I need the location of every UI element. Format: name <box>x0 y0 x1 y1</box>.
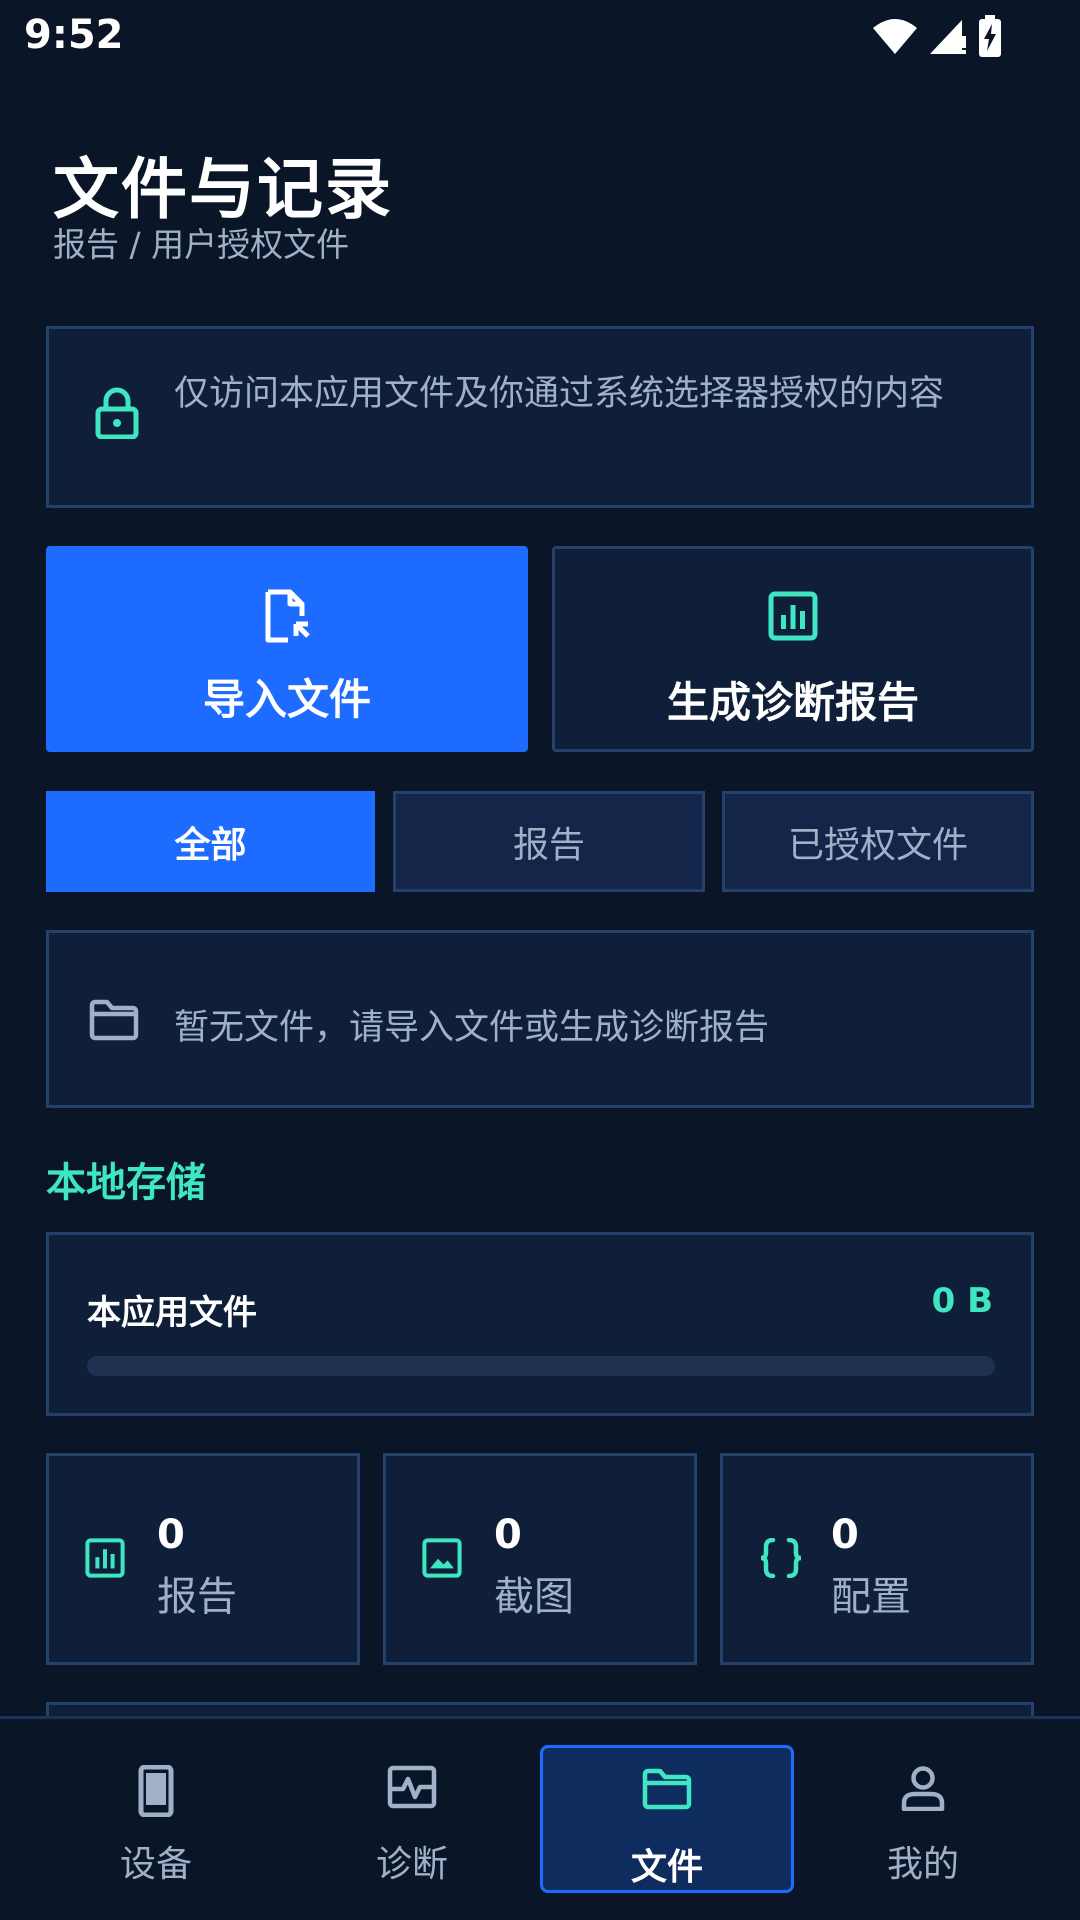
nav-label: 设备 <box>119 1844 192 1885</box>
empty-state: 暂无文件，请导入文件或生成诊断报告 <box>46 930 1034 1108</box>
storage-size: 0 B <box>931 1281 993 1321</box>
stat-card-screenshots[interactable]: 0 截图 <box>383 1453 697 1665</box>
stat-count: 0 <box>157 1512 185 1558</box>
nav-label: 文件 <box>630 1847 703 1888</box>
storage-label: 本应用文件 <box>87 1293 257 1333</box>
pulse-icon <box>387 1765 437 1809</box>
status-icons <box>872 14 1002 58</box>
import-file-label: 导入文件 <box>202 675 371 724</box>
stat-card-reports[interactable]: 0 报告 <box>46 1453 360 1665</box>
stat-count: 0 <box>831 1512 859 1558</box>
storage-card: 本应用文件 0 B <box>46 1232 1034 1416</box>
empty-state-text: 暂无文件，请导入文件或生成诊断报告 <box>174 1008 770 1048</box>
battery-charging-icon <box>979 15 1001 57</box>
stat-label: 截图 <box>494 1574 574 1620</box>
nav-item-devices[interactable]: 设备 <box>29 1745 283 1893</box>
stat-count: 0 <box>494 1512 522 1558</box>
local-storage-title: 本地存储 <box>46 1160 206 1206</box>
lock-icon <box>95 387 139 439</box>
phone-icon <box>138 1765 174 1817</box>
tab-reports[interactable]: 报告 <box>393 791 705 892</box>
status-time: 9:52 <box>24 12 124 58</box>
generate-report-button[interactable]: 生成诊断报告 <box>552 546 1034 752</box>
generate-report-label: 生成诊断报告 <box>666 678 919 727</box>
breadcrumb: 报告 / 用户授权文件 <box>53 225 350 264</box>
nav-item-diagnostics[interactable]: 诊断 <box>285 1745 539 1893</box>
status-bar: 9:52 <box>0 0 1080 72</box>
cellular-signal-icon <box>930 20 966 54</box>
nav-item-files[interactable]: 文件 <box>540 1745 794 1893</box>
tab-all[interactable]: 全部 <box>46 791 375 892</box>
notice-text: 仅访问本应用文件及你通过系统选择器授权的内容 <box>174 374 945 414</box>
folder-icon <box>642 1768 692 1810</box>
wifi-icon <box>873 19 917 54</box>
tab-authorized-files[interactable]: 已授权文件 <box>722 791 1034 892</box>
braces-icon <box>760 1538 802 1578</box>
import-file-button[interactable]: 导入文件 <box>46 546 528 752</box>
nav-label: 诊断 <box>375 1844 448 1885</box>
storage-progress-bar <box>87 1356 995 1376</box>
bottom-navigation: 设备 诊断 文件 我的 <box>0 1716 1080 1920</box>
person-icon <box>901 1766 945 1811</box>
file-import-icon <box>265 589 310 643</box>
bar-chart-icon <box>768 591 818 641</box>
stat-label: 报告 <box>157 1574 237 1620</box>
folder-icon <box>89 999 139 1041</box>
stat-card-config[interactable]: 0 配置 <box>720 1453 1034 1665</box>
permission-notice: 仅访问本应用文件及你通过系统选择器授权的内容 <box>46 326 1034 508</box>
stat-label: 配置 <box>831 1574 911 1620</box>
image-icon <box>422 1538 462 1578</box>
files-screen: 9:52 文件与记录 报告 / 用户授权文件 仅访问本应用文件及你通过系统选择器… <box>0 0 1080 1920</box>
bar-chart-icon <box>85 1538 125 1578</box>
nav-item-profile[interactable]: 我的 <box>796 1745 1050 1893</box>
nav-label: 我的 <box>886 1844 959 1885</box>
